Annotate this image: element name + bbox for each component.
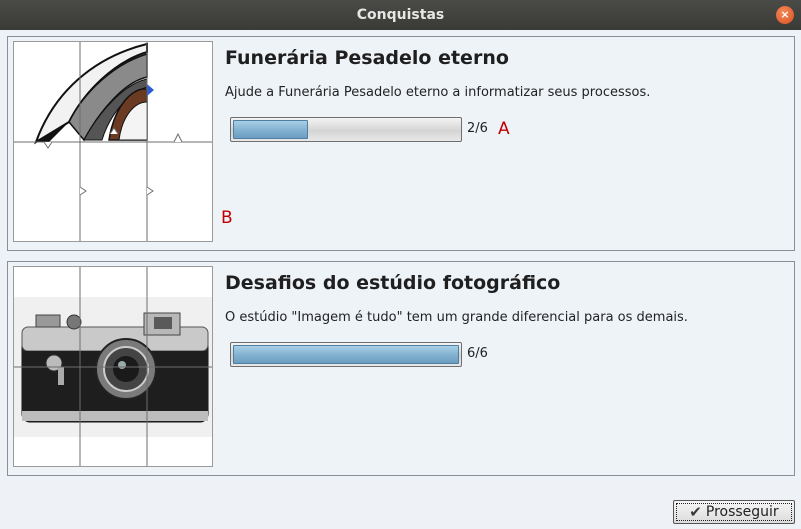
achievement-title: Funerária Pesadelo eterno [225,47,509,69]
achievement-progress-bar [230,117,462,142]
close-icon[interactable]: × [776,6,794,24]
progress-count: 6/6 [467,346,488,361]
progress-count: 2/6 [467,121,488,136]
achievement-description: Ajude a Funerária Pesadelo eterno a info… [225,85,651,100]
progress-fill [233,345,459,364]
check-icon: ✔ [689,503,702,521]
annotation-marker-b: B [221,208,233,228]
puzzle-funeral-image [13,41,213,242]
achievements-panel: Funerária Pesadelo eterno Ajude a Funerá… [0,30,801,529]
annotation-marker-a: A [498,119,510,139]
continue-button-label: Prosseguir [705,504,779,520]
achievement-title: Desafios do estúdio fotográfico [225,272,561,294]
continue-button[interactable]: ✔ Prosseguir [673,500,795,524]
progress-fill [233,120,309,139]
achievement-description: O estúdio "Imagem é tudo" tem um grande … [225,310,688,325]
puzzle-camera-image [13,266,213,467]
window-title: Conquistas [356,7,445,23]
achievement-progress-bar [230,342,462,367]
achievement-card: Funerária Pesadelo eterno Ajude a Funerá… [7,36,795,251]
window-titlebar: Conquistas × [0,0,801,30]
achievement-card: Desafios do estúdio fotográfico O estúdi… [7,261,795,476]
